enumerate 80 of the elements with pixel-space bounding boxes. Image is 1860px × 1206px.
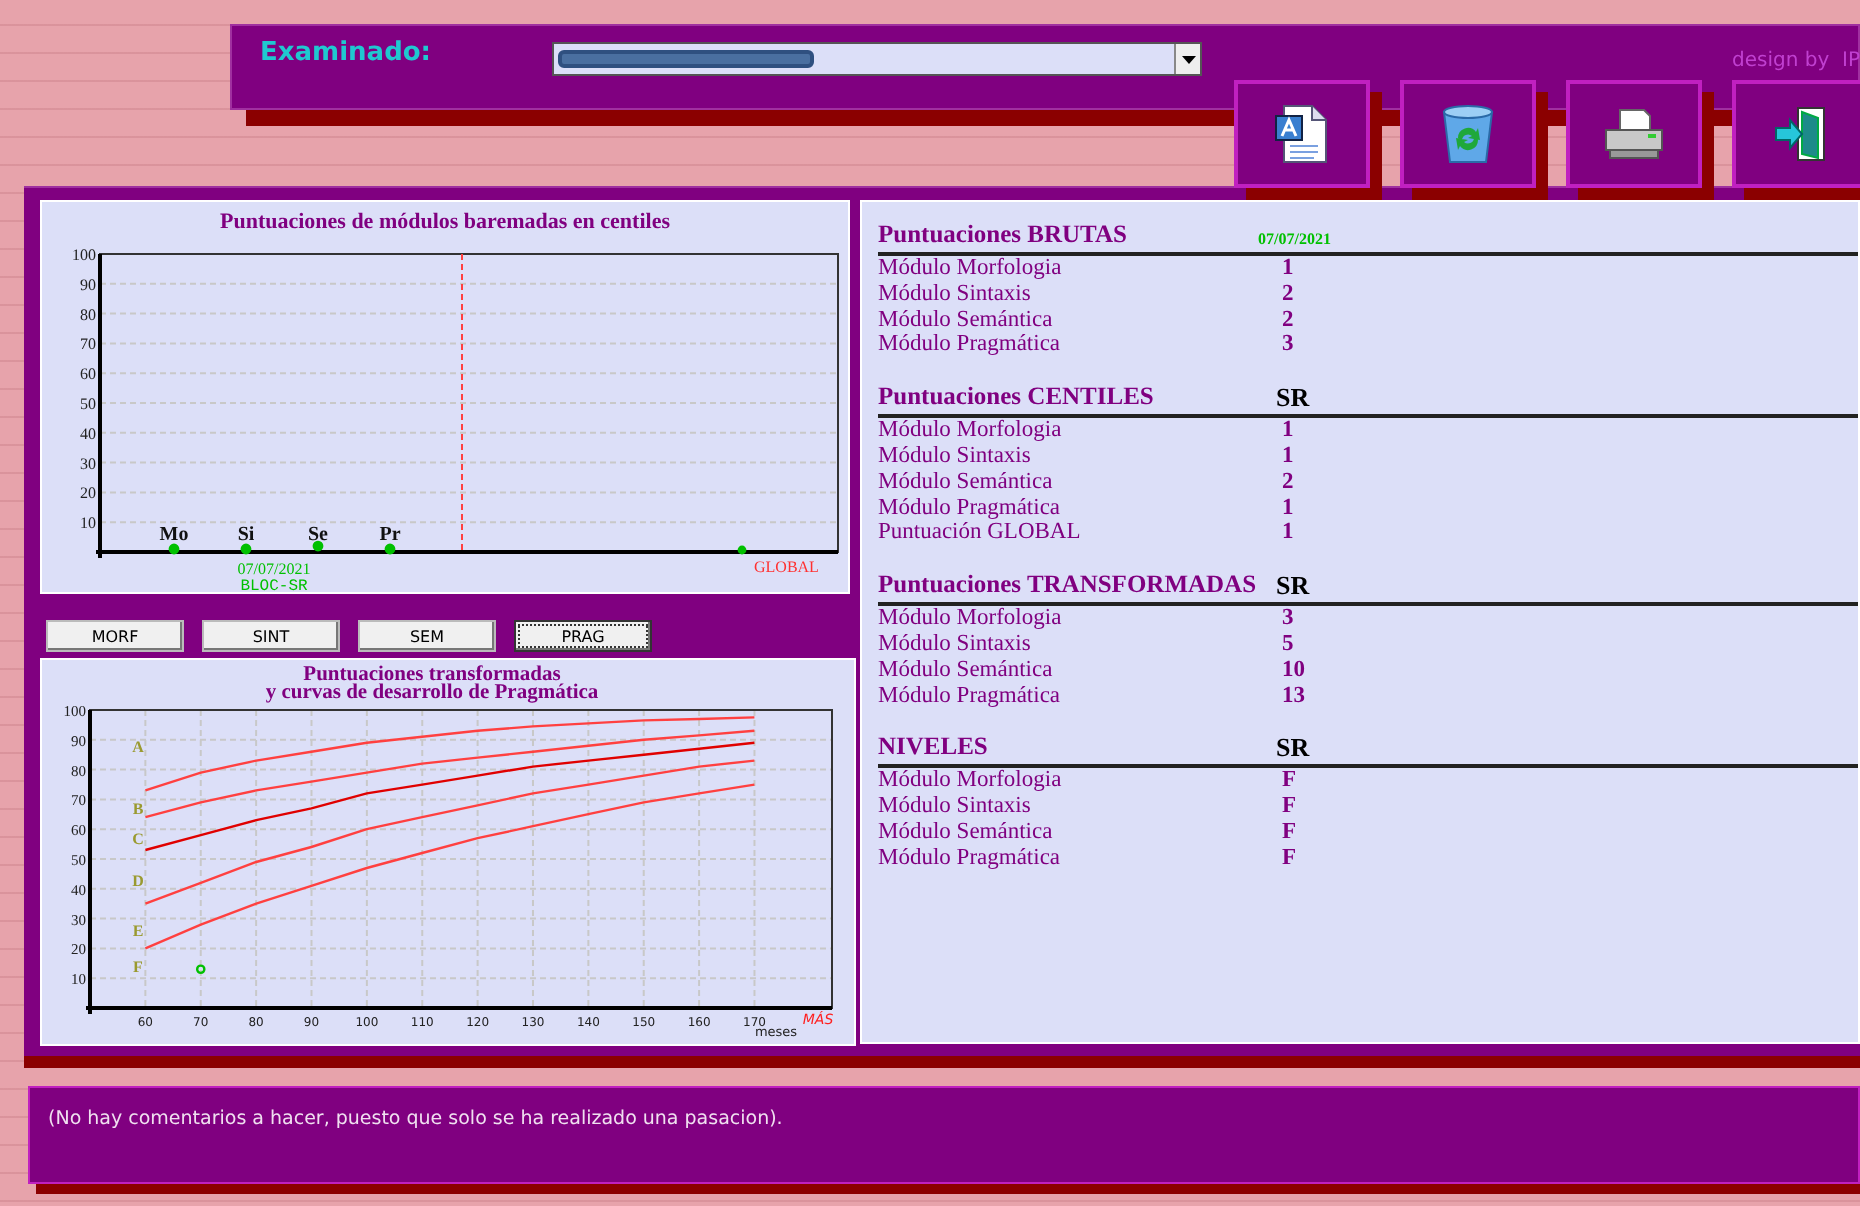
score-label: Módulo Semántica xyxy=(878,819,1055,846)
session-label: SR xyxy=(1276,732,1310,765)
category-label: Se xyxy=(308,524,328,546)
score-value: 1 xyxy=(1282,256,1296,282)
score-label: Módulo Pragmática xyxy=(878,845,1063,872)
printer-icon xyxy=(1602,106,1666,162)
score-value: 1 xyxy=(1282,520,1296,547)
date-label: 07/07/2021 xyxy=(237,560,311,578)
score-value: F xyxy=(1282,845,1299,872)
score-value: 10 xyxy=(1282,657,1307,684)
score-value: 13 xyxy=(1282,683,1307,709)
score-label: Módulo Sintaxis xyxy=(878,281,1033,308)
chart-title: Puntuaciones de módulos baremadas en centiles xyxy=(220,210,670,234)
band-label: A xyxy=(132,738,144,756)
category-label: Pr xyxy=(379,524,401,546)
score-label: Módulo Morfologia xyxy=(878,606,1064,632)
axis-tick-label: 50 xyxy=(80,395,96,413)
score-label: Módulo Semántica xyxy=(878,657,1055,684)
global-label: GLOBAL xyxy=(754,558,819,576)
comment-text: (No hay comentarios a hacer, puesto que solo se ha realizado una pasacion). xyxy=(48,1108,783,1130)
band-label: F xyxy=(133,958,143,976)
recycle-bin-icon xyxy=(1440,104,1496,164)
exit-door-icon xyxy=(1772,104,1828,164)
section-title: Puntuaciones CENTILES xyxy=(878,380,1154,415)
score-value: 1 xyxy=(1282,418,1296,444)
document-icon xyxy=(1272,102,1332,166)
section-title: Puntuaciones BRUTAS xyxy=(878,218,1127,252)
axis-tick-label: 40 xyxy=(80,424,96,443)
score-value: 1 xyxy=(1282,443,1296,470)
module-tab[interactable]: PRAG xyxy=(514,620,652,652)
band-label: D xyxy=(132,872,144,890)
axis-tick-label: 70 xyxy=(80,335,96,354)
score-label: Módulo Morfologia xyxy=(878,256,1064,282)
section-title: NIVELES xyxy=(878,730,988,765)
score-label: Módulo Pragmática xyxy=(878,495,1063,521)
score-label: Módulo Semántica xyxy=(878,307,1055,333)
score-label: Módulo Sintaxis xyxy=(878,631,1033,658)
session-label: SR xyxy=(1276,570,1310,603)
score-value: 3 xyxy=(1282,606,1296,632)
score-value: 2 xyxy=(1282,469,1296,496)
band-label: B xyxy=(132,800,144,818)
score-label: Módulo Semántica xyxy=(878,469,1055,496)
axis-tick-label: 30 xyxy=(80,454,96,473)
examinee-dropdown[interactable] xyxy=(552,42,1202,76)
score-value: F xyxy=(1282,768,1299,795)
module-tab[interactable]: SINT xyxy=(202,620,340,652)
session-label: SR xyxy=(1276,382,1310,415)
score-label: Módulo Sintaxis xyxy=(878,794,1033,820)
score-value: 3 xyxy=(1282,332,1296,359)
score-value: 2 xyxy=(1282,307,1296,333)
session-label: BLOC-SR xyxy=(240,578,308,592)
axis-tick-label: 20 xyxy=(80,484,96,503)
score-value: 2 xyxy=(1282,281,1296,308)
designer-credit: design by IP xyxy=(1732,50,1860,72)
date-label: 07/07/2021 xyxy=(1258,230,1331,252)
score-value: 5 xyxy=(1282,631,1296,658)
score-label: Módulo Morfologia xyxy=(878,768,1064,795)
score-label: Puntuación GLOBAL xyxy=(878,520,1083,547)
chart-title: Puntuaciones transformadas y curvas de desarrollo de Pragmática xyxy=(265,664,599,704)
score-label: Módulo Pragmática xyxy=(878,332,1063,359)
axis-tick-label: 90 xyxy=(80,275,96,294)
score-value: 1 xyxy=(1282,495,1296,521)
score-value: F xyxy=(1282,819,1299,846)
band-label: E xyxy=(132,922,144,940)
global-point xyxy=(737,545,747,555)
score-value: F xyxy=(1282,794,1299,820)
axis-tick-label: 60 xyxy=(80,365,96,384)
section-title: Puntuaciones TRANSFORMADAS xyxy=(878,568,1257,603)
band-label: C xyxy=(132,830,144,848)
axis-tick-label: 80 xyxy=(80,305,96,324)
axis-tick-label: 10 xyxy=(80,514,96,533)
score-label: Módulo Sintaxis xyxy=(878,443,1033,470)
module-tab[interactable]: SEM xyxy=(358,620,496,652)
examinee-label: Examinado: xyxy=(260,38,434,68)
axis-tick-label: 100 xyxy=(72,246,96,264)
module-tab[interactable]: MORF xyxy=(46,620,184,652)
score-label: Módulo Pragmática xyxy=(878,683,1063,709)
category-label: Si xyxy=(237,524,255,546)
score-label: Módulo Morfologia xyxy=(878,418,1064,444)
category-label: Mo xyxy=(159,524,189,546)
